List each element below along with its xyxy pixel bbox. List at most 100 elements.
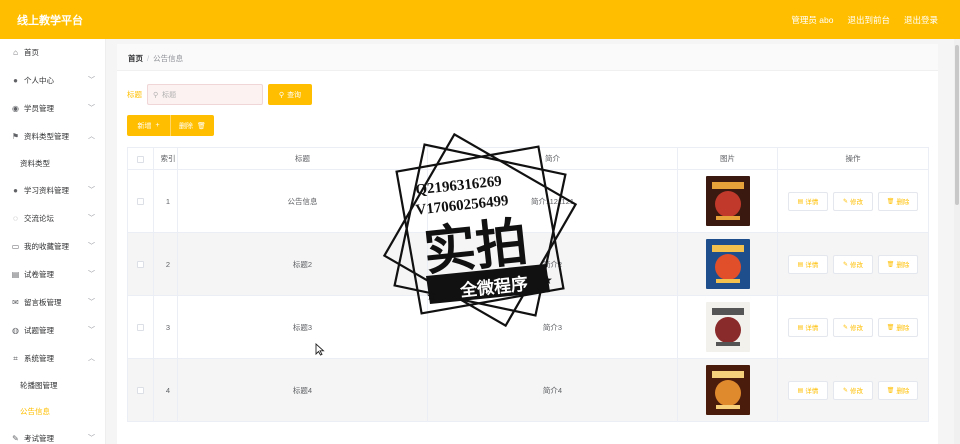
edit-button[interactable]: ✎ 修改 [833, 191, 873, 211]
row-checkbox[interactable] [127, 358, 154, 422]
delete-row-button[interactable]: 🗑 删除 [878, 317, 918, 337]
sidebar-item[interactable]: ◍ 试题管理 ﹀ [0, 317, 105, 345]
delete-row-button[interactable]: 🗑 删除 [878, 254, 918, 274]
edit-button[interactable]: ✎ 修改 [833, 380, 873, 400]
table-row[interactable]: 3 标题3 简介3 ▤ 详情 ✎ 修改 🗑 删除 [127, 295, 929, 359]
detail-button[interactable]: ▤ 详情 [788, 191, 828, 211]
breadcrumb-current: 公告信息 [153, 54, 184, 63]
detail-button-label: 详情 [805, 199, 819, 206]
row-title: 标题2 [177, 232, 428, 296]
breadcrumb: 首页 / 公告信息 [128, 53, 183, 64]
search-row: 标题 ⚲ 标题 ⚲ 查询 [127, 84, 312, 105]
chevron-down-icon: ﹀ [88, 271, 95, 278]
checkbox-box[interactable] [137, 324, 144, 332]
checkbox-box[interactable] [137, 261, 144, 269]
sidebar-item[interactable]: ✎ 考试管理 ﹀ [0, 425, 105, 444]
checkbox-box[interactable] [137, 198, 144, 206]
query-button[interactable]: ⚲ 查询 [268, 84, 312, 105]
row-image [705, 176, 750, 226]
edit-icon: ✎ [842, 324, 849, 331]
breadcrumb-separator: / [147, 54, 150, 63]
table-header-row: 索引 标题 简介 图片 操作 [127, 147, 929, 170]
sidebar-item-label: 系统管理 [24, 354, 54, 363]
logout-link[interactable]: 退出登录 [904, 14, 938, 26]
document-icon: ▤ [797, 198, 804, 205]
select-all-checkbox[interactable] [127, 147, 154, 170]
row-ops: ▤ 详情 ✎ 修改 🗑 删除 [777, 232, 929, 296]
delete-row-button[interactable]: 🗑 删除 [878, 380, 918, 400]
sidebar-item-label: 我的收藏管理 [24, 242, 69, 251]
sidebar-item[interactable]: ⚑ 资料类型管理 ︿ [0, 123, 105, 151]
sidebar-item[interactable]: ▭ 我的收藏管理 ﹀ [0, 233, 105, 261]
edit-button[interactable]: ✎ 修改 [833, 254, 873, 274]
chevron-down-icon: ﹀ [88, 299, 95, 306]
edit-icon: ✎ [842, 198, 849, 205]
search-label: 标题 [127, 90, 142, 99]
sidebar-item[interactable]: ⌂ 首页 [0, 39, 105, 67]
sidebar-subitem[interactable]: 公告信息 [0, 399, 105, 425]
sidebar-item[interactable]: ▤ 试卷管理 ﹀ [0, 261, 105, 289]
action-row: 新增 + 删除 🗑 [127, 115, 214, 136]
trash-icon: 🗑 [197, 122, 206, 130]
row-title: 标题4 [177, 358, 428, 422]
delete-button[interactable]: 删除 🗑 [171, 115, 214, 136]
search-input[interactable]: ⚲ 标题 [147, 84, 263, 105]
chart-icon: ▤ [11, 270, 20, 279]
row-image [705, 365, 750, 415]
chevron-up-icon: ︿ [88, 355, 95, 362]
page-scrollbar[interactable] [954, 39, 960, 444]
sidebar-subitem[interactable]: 资料类型 [0, 151, 105, 177]
sidebar-item[interactable]: ⌗ 系统管理 ︿ [0, 345, 105, 373]
sidebar-item-label: 留言板管理 [24, 298, 62, 307]
table-row[interactable]: 1 公告信息 简介1121121 ▤ 详情 ✎ 修改 🗑 删除 [127, 169, 929, 233]
scrollbar-thumb[interactable] [955, 45, 959, 205]
checkbox-box[interactable] [137, 155, 144, 163]
sidebar-item[interactable]: ● 学习资料管理 ﹀ [0, 177, 105, 205]
data-table: 索引 标题 简介 图片 操作 1 公告信息 简介1121121 ▤ 详情 ✎ 修改 🗑 删除 2 标… [127, 147, 929, 422]
sidebar-item[interactable]: ✉ 留言板管理 ﹀ [0, 289, 105, 317]
row-checkbox[interactable] [127, 295, 154, 359]
delete-row-button[interactable]: 🗑 删除 [878, 191, 918, 211]
row-index: 2 [153, 232, 178, 296]
detail-button-label: 详情 [805, 262, 819, 269]
sidebar-item[interactable]: ● 个人中心 ﹀ [0, 67, 105, 95]
home-icon: ⌂ [13, 48, 18, 57]
header-ops: 操作 [777, 147, 929, 170]
chevron-down-icon: ﹀ [88, 435, 95, 442]
row-ops: ▤ 详情 ✎ 修改 🗑 删除 [777, 295, 929, 359]
chevron-down-icon: ﹀ [88, 215, 95, 222]
row-ops: ▤ 详情 ✎ 修改 🗑 删除 [777, 169, 929, 233]
header-intro: 简介 [427, 147, 678, 170]
detail-button[interactable]: ▤ 详情 [788, 254, 828, 274]
row-intro: 简介3 [427, 295, 678, 359]
breadcrumb-home[interactable]: 首页 [128, 54, 143, 63]
row-intro: 简介1121121 [427, 169, 678, 233]
edit-button[interactable]: ✎ 修改 [833, 317, 873, 337]
add-button[interactable]: 新增 + [127, 115, 171, 136]
table-row[interactable]: 4 标题4 简介4 ▤ 详情 ✎ 修改 🗑 删除 [127, 358, 929, 422]
row-intro: 简介2 [427, 232, 678, 296]
row-image [705, 302, 750, 352]
row-title: 标题3 [177, 295, 428, 359]
detail-button[interactable]: ▤ 详情 [788, 317, 828, 337]
table-row[interactable]: 2 标题2 简介2 ▤ 详情 ✎ 修改 🗑 删除 [127, 232, 929, 296]
detail-button-label: 详情 [805, 325, 819, 332]
sidebar-item[interactable]: ◌ 交流论坛 ﹀ [0, 205, 105, 233]
user-icon: ● [13, 76, 18, 85]
user-icon: ● [13, 186, 18, 195]
detail-button[interactable]: ▤ 详情 [788, 380, 828, 400]
document-icon: ▤ [797, 261, 804, 268]
current-user[interactable]: 管理员 abo [791, 14, 833, 26]
sidebar-subitem[interactable]: 轮播图管理 [0, 373, 105, 399]
row-checkbox[interactable] [127, 169, 154, 233]
flag-icon: ⚑ [11, 132, 20, 141]
top-bar: 线上教学平台 管理员 abo 退出到前台 退出登录 [0, 0, 960, 39]
edit-icon: ✎ [842, 387, 849, 394]
row-image-cell [677, 358, 778, 422]
checkbox-box[interactable] [137, 387, 144, 395]
back-to-front-link[interactable]: 退出到前台 [847, 14, 890, 26]
sidebar-item-label: 试卷管理 [24, 270, 54, 279]
breadcrumb-bar: 首页 / 公告信息 [117, 44, 938, 71]
sidebar-item[interactable]: ◉ 学员管理 ﹀ [0, 95, 105, 123]
row-checkbox[interactable] [127, 232, 154, 296]
